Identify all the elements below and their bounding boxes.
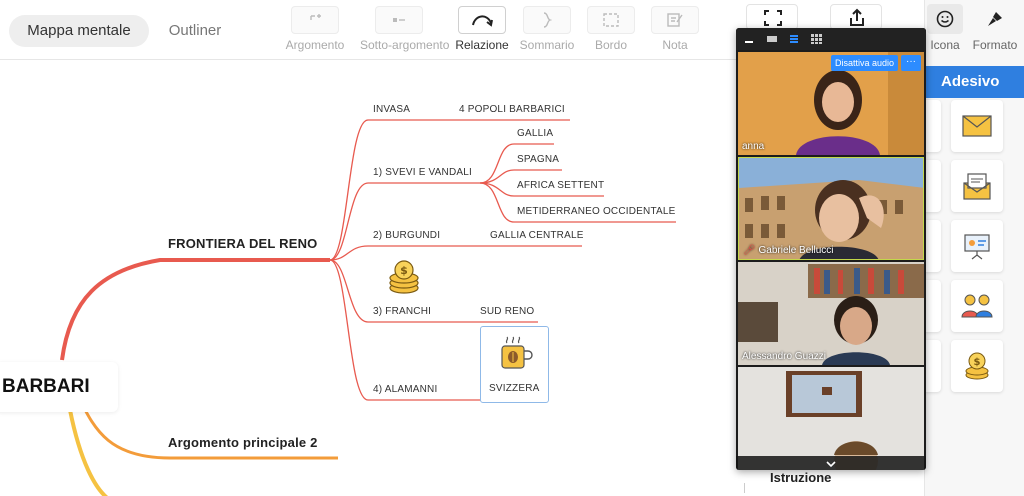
subtopic-child-sud-reno[interactable]: SUD RENO [480, 306, 534, 317]
sticker-peek [925, 220, 941, 272]
participant-video [738, 262, 924, 365]
summary-icon [523, 6, 571, 34]
boundary-icon [587, 6, 635, 34]
mute-audio-button[interactable]: Disattiva audio [830, 55, 898, 71]
subtopic-child-gallia-centrale[interactable]: GALLIA CENTRALE [490, 230, 584, 241]
strip-view-icon[interactable] [788, 34, 800, 44]
muted-mic-icon: 🎤︎ [743, 245, 756, 256]
share-button[interactable] [830, 4, 882, 30]
subtopic-franchi[interactable]: 3) FRANCHI [373, 306, 431, 317]
participant-name: Alessandro Guazzi [742, 351, 826, 362]
subtopic-tool-button[interactable]: Sotto-argomento [360, 6, 450, 58]
coins-icon[interactable]: $ [384, 258, 424, 298]
gallery-view-icon[interactable] [810, 34, 822, 44]
tab-format[interactable]: Formato [969, 4, 1021, 60]
letter-icon[interactable] [951, 160, 1003, 212]
more-options-button[interactable]: ··· [901, 55, 921, 71]
mind-map-canvas[interactable]: BARBARI FRONTIERA DEL RENO Argomento pri… [0, 60, 740, 496]
tab-icon[interactable]: Icona [925, 4, 965, 60]
subtopic-alamanni[interactable]: 4) ALAMANNI [373, 384, 437, 395]
note-tool-button[interactable]: Nota [636, 6, 714, 58]
people-icon[interactable] [951, 280, 1003, 332]
participant-name: anna [742, 141, 765, 152]
main-topic[interactable]: FRONTIERA DEL RENO [168, 236, 318, 251]
sticker-section-title: Adesivo [925, 66, 1024, 98]
video-tile[interactable]: Disattiva audio ··· anna [738, 52, 924, 155]
video-tile[interactable]: 🎤︎ Gabriele Bellucci [738, 157, 924, 260]
participant-name: 🎤︎ Gabriele Bellucci [743, 245, 834, 256]
svg-text:$: $ [400, 264, 408, 277]
tab-format-label: Formato [972, 38, 1018, 52]
subtopic-invasa[interactable]: INVASA [373, 104, 410, 115]
topic-icon [291, 6, 339, 34]
subtopic-icon [375, 6, 423, 34]
subtopic-child-mediterraneo[interactable]: METIDERRANEO OCCIDENTALE [517, 206, 676, 217]
subtopic-child-svizzera: SVIZZERA [489, 383, 540, 394]
video-call-panel[interactable]: Disattiva audio ··· anna 🎤︎ Gabriele Bel… [736, 28, 926, 470]
svg-text:$: $ [974, 357, 981, 368]
collapse-button[interactable] [736, 456, 926, 470]
scrollbar[interactable] [744, 483, 752, 493]
main-topic-2[interactable]: Argomento principale 2 [168, 435, 318, 450]
subtopic-burgundi[interactable]: 2) BURGUNDI [373, 230, 440, 241]
selected-topic-svizzera[interactable]: SVIZZERA [480, 326, 549, 403]
subtopic-child-africa[interactable]: AFRICA SETTENT [517, 180, 604, 191]
envelope-icon[interactable] [951, 100, 1003, 152]
participant-video [738, 367, 924, 470]
presentation-icon[interactable] [951, 220, 1003, 272]
tab-outliner[interactable]: Outliner [150, 15, 240, 47]
video-tile[interactable]: Alessandro Guazzi [738, 262, 924, 365]
subtopic-child-gallia[interactable]: GALLIA [517, 128, 553, 139]
note-tool-label: Nota [662, 38, 688, 52]
sticker-peek [925, 280, 941, 332]
sticker-peek [925, 340, 941, 392]
subtopic-child-spagna[interactable]: SPAGNA [517, 154, 559, 165]
central-topic[interactable]: BARBARI [0, 362, 118, 412]
topic-tool-button[interactable]: Argomento [276, 6, 354, 58]
coffee-cup-icon [497, 335, 533, 373]
sticker-peek [925, 100, 941, 152]
relation-icon [458, 6, 506, 34]
video-panel-toolbar [736, 28, 926, 50]
mind-map-connectors [60, 119, 676, 496]
app-window: Mappa mentale Outliner Argomento Sotto-a… [0, 0, 1024, 496]
note-icon [651, 6, 699, 34]
tab-icon-label: Icona [930, 38, 960, 52]
video-tile[interactable] [738, 367, 924, 470]
brush-icon [977, 4, 1013, 34]
smiley-icon [927, 4, 963, 34]
subtopic-svevi[interactable]: 1) SVEVI E VANDALI [373, 167, 472, 178]
chevron-down-icon [826, 461, 836, 468]
speaker-view-icon[interactable] [766, 34, 778, 44]
subtopic-tool-label: Sotto-argomento [360, 38, 450, 52]
topic-tool-label: Argomento [285, 38, 345, 52]
fullscreen-button[interactable] [746, 4, 798, 30]
tab-mind-map[interactable]: Mappa mentale [9, 15, 149, 47]
right-sidebar: Icona Formato Adesivo $ [924, 0, 1024, 496]
sticker-peek [925, 160, 941, 212]
minimize-icon[interactable] [744, 34, 754, 44]
subtopic-child-popoli[interactable]: 4 POPOLI BARBARICI [459, 104, 565, 115]
coins-icon[interactable]: $ [951, 340, 1003, 392]
instruction-section-title: Istruzione [770, 470, 832, 485]
